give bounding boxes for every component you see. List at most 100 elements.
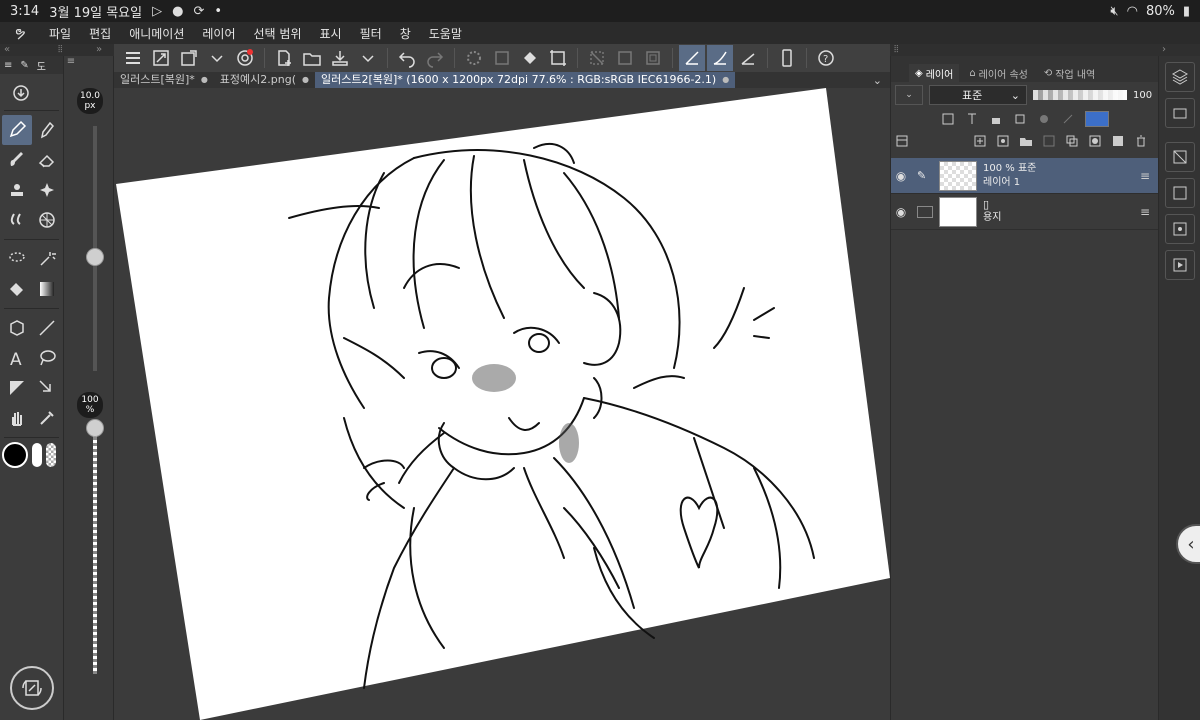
layer-color-swatch[interactable] bbox=[1085, 111, 1109, 127]
menu-layer[interactable]: 레이어 bbox=[193, 25, 244, 42]
doc-tab-3[interactable]: 일러스트2[복원]* (1600 x 1200px 72dpi 77.6% : … bbox=[314, 72, 736, 88]
opacity-track[interactable] bbox=[93, 434, 97, 674]
close-icon[interactable]: ● bbox=[201, 72, 208, 88]
menu-edit[interactable]: 편집 bbox=[80, 25, 120, 42]
opacity-value[interactable]: 100 bbox=[1133, 90, 1152, 101]
close-icon[interactable]: ● bbox=[722, 72, 729, 88]
collapse-left-icon[interactable]: « bbox=[4, 44, 10, 56]
material-icon[interactable] bbox=[1164, 98, 1195, 128]
airbrush-tool-icon[interactable] bbox=[2, 175, 32, 205]
object-tool-icon[interactable] bbox=[2, 313, 32, 343]
new-folder-icon[interactable] bbox=[1019, 134, 1033, 148]
reference-icon[interactable] bbox=[965, 112, 979, 126]
layer-color-dropdown[interactable]: ⌄ bbox=[895, 85, 923, 105]
eraser-tool-icon[interactable] bbox=[32, 145, 62, 175]
menu-file[interactable]: 파일 bbox=[40, 25, 80, 42]
menu-animation[interactable]: 애니메이션 bbox=[120, 25, 193, 42]
navigator-icon[interactable] bbox=[1164, 142, 1195, 172]
hand-tool-icon[interactable] bbox=[2, 403, 32, 433]
selection-border-icon[interactable] bbox=[640, 45, 666, 71]
redo-icon[interactable] bbox=[422, 45, 448, 71]
correct-line-icon[interactable] bbox=[32, 373, 62, 403]
apply-mask-icon[interactable] bbox=[1111, 134, 1125, 148]
layers-stack-icon[interactable] bbox=[1164, 62, 1195, 92]
expand-left-icon[interactable]: » bbox=[96, 44, 102, 56]
fill-icon[interactable] bbox=[517, 45, 543, 71]
crop-icon[interactable] bbox=[545, 45, 571, 71]
mask-icon[interactable] bbox=[1037, 112, 1051, 126]
lock-icon[interactable] bbox=[989, 112, 1003, 126]
clear-icon[interactable] bbox=[489, 45, 515, 71]
magic-wand-icon[interactable] bbox=[32, 244, 62, 274]
auto-action-icon[interactable] bbox=[1164, 250, 1195, 280]
new-vector-layer-icon[interactable] bbox=[996, 134, 1010, 148]
pen-edit-icon[interactable]: ✎ bbox=[917, 169, 933, 182]
transform-icon[interactable] bbox=[176, 45, 202, 71]
lock-transparency-icon[interactable] bbox=[1013, 112, 1027, 126]
save-dropdown-icon[interactable] bbox=[355, 45, 381, 71]
sub-color-swatch[interactable] bbox=[32, 443, 42, 467]
app-logo-icon[interactable]: ຯ bbox=[0, 25, 40, 41]
tab-layers[interactable]: ◈ 레이어 bbox=[909, 64, 960, 82]
merge-down-icon[interactable] bbox=[1065, 134, 1079, 148]
frame-tool-icon[interactable] bbox=[2, 373, 32, 403]
layer-settings-icon[interactable] bbox=[895, 134, 909, 148]
fill-tool-icon[interactable] bbox=[2, 274, 32, 304]
smartphone-icon[interactable] bbox=[774, 45, 800, 71]
menu-icon[interactable]: ≡ bbox=[64, 56, 78, 72]
sub-view-icon[interactable] bbox=[1164, 178, 1195, 208]
new-raster-layer-icon[interactable] bbox=[973, 134, 987, 148]
menu-filter[interactable]: 필터 bbox=[351, 25, 391, 42]
new-file-icon[interactable] bbox=[271, 45, 297, 71]
fit-canvas-icon[interactable] bbox=[148, 45, 174, 71]
loading-icon[interactable] bbox=[461, 45, 487, 71]
layer-row[interactable]: ◉ ✎ 100 % 표준 레이어 1 ≡ bbox=[891, 158, 1158, 194]
blend-tool-icon[interactable] bbox=[2, 205, 32, 235]
doc-tab-1[interactable]: 일러스트[복원]* ● bbox=[114, 72, 214, 88]
companion-icon[interactable] bbox=[232, 45, 258, 71]
menu-help[interactable]: 도움말 bbox=[420, 25, 471, 42]
eyedropper-icon[interactable] bbox=[32, 403, 62, 433]
brush-tool-icon[interactable] bbox=[2, 145, 32, 175]
clip-icon[interactable] bbox=[941, 112, 955, 126]
dropdown-icon[interactable] bbox=[204, 45, 230, 71]
pencil-tool-icon[interactable] bbox=[32, 115, 62, 145]
item-bank-icon[interactable] bbox=[1164, 214, 1195, 244]
main-color-swatch[interactable] bbox=[2, 442, 28, 468]
menu-icon[interactable] bbox=[120, 45, 146, 71]
lasso-tool-icon[interactable] bbox=[2, 244, 32, 274]
gradient-tool-icon[interactable] bbox=[32, 274, 62, 304]
layer-row[interactable]: ◉ ▯ 용지 ≡ bbox=[891, 194, 1158, 230]
layer-menu-icon[interactable]: ≡ bbox=[1140, 169, 1150, 183]
download-icon[interactable] bbox=[6, 78, 36, 108]
layer-checkbox[interactable] bbox=[917, 205, 933, 218]
delete-layer-icon[interactable] bbox=[1134, 134, 1148, 148]
layer-menu-icon[interactable]: ≡ bbox=[1140, 205, 1150, 219]
tool-palette-tab[interactable]: 도 bbox=[37, 58, 46, 73]
blend-mode-select[interactable]: 표준 ⌄ bbox=[929, 85, 1027, 105]
help-icon[interactable]: ? bbox=[813, 45, 839, 71]
opacity-knob[interactable] bbox=[86, 419, 104, 437]
menu-selection[interactable]: 선택 범위 bbox=[245, 25, 311, 42]
eye-icon[interactable]: ◉ bbox=[891, 205, 911, 219]
brush-size-knob[interactable] bbox=[86, 248, 104, 266]
expand-right-icon[interactable]: › bbox=[1162, 44, 1166, 56]
eye-icon[interactable]: ◉ bbox=[891, 169, 911, 183]
transfer-down-icon[interactable] bbox=[1042, 134, 1056, 148]
collapse-icon[interactable]: ≡ bbox=[4, 60, 12, 71]
pen-tool-icon[interactable] bbox=[2, 115, 32, 145]
text-tool-icon[interactable]: A bbox=[2, 343, 32, 373]
pen-tab-icon[interactable]: ✎ bbox=[20, 60, 28, 71]
invert-selection-icon[interactable] bbox=[612, 45, 638, 71]
chevron-down-icon[interactable]: ⌄ bbox=[873, 74, 882, 87]
decoration-tool-icon[interactable] bbox=[32, 175, 62, 205]
opacity-slider[interactable] bbox=[1033, 90, 1127, 100]
close-icon[interactable]: ● bbox=[302, 72, 309, 88]
canvas-area[interactable] bbox=[114, 88, 890, 720]
special-ruler-icon[interactable] bbox=[707, 45, 733, 71]
deselect-icon[interactable] bbox=[584, 45, 610, 71]
balloon-tool-icon[interactable] bbox=[32, 343, 62, 373]
tab-layer-properties[interactable]: ⌂ 레이어 속성 bbox=[963, 64, 1034, 82]
transparent-color-swatch[interactable] bbox=[46, 443, 56, 467]
save-icon[interactable] bbox=[327, 45, 353, 71]
